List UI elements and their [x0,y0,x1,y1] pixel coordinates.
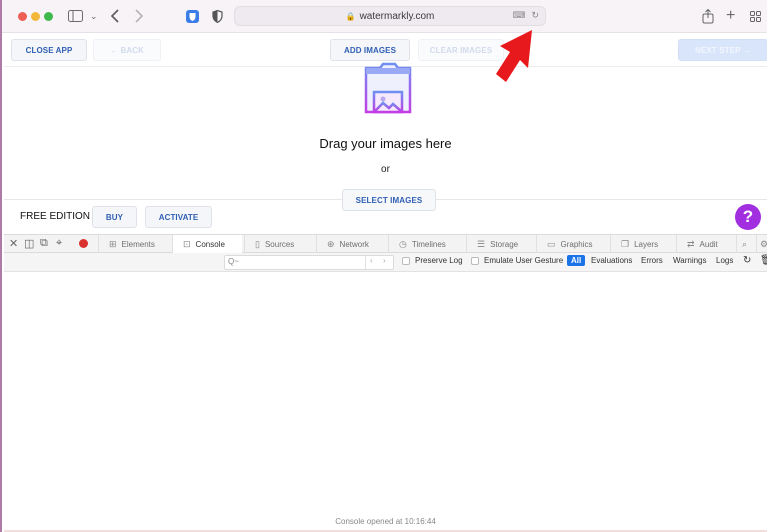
privacy-shield-icon[interactable] [212,8,223,24]
console-search-input[interactable]: Q~ ‹ › [224,255,394,270]
reload-icon[interactable]: ↻ [531,10,539,21]
folder-images-icon [364,62,412,114]
elements-icon: ⊞ [109,238,117,249]
filter-errors[interactable]: Errors [641,256,663,265]
help-button[interactable]: ? [735,204,761,230]
tab-layers[interactable]: ❐ Layers [610,235,676,253]
tab-sources[interactable]: ▯ Sources [244,235,314,253]
close-devtools-icon[interactable]: ✕ [9,237,18,250]
browser-window: ⌄ 🔒 watermarkly.com ⌨ ↻ + CLOSE APP ← BA… [0,0,767,532]
tab-audit[interactable]: ⇄ Audit [676,235,736,253]
console-icon: ⊡ [183,238,191,249]
storage-icon: ☰ [477,238,486,249]
search-icon: ⌕ [742,238,748,249]
drop-title: Drag your images here [319,136,452,151]
drop-or-text: or [381,164,390,175]
add-images-button[interactable]: ADD IMAGES [330,39,410,61]
graphics-icon: ▭ [547,238,556,249]
red-pointer-arrow-icon [496,30,532,82]
tab-console[interactable]: ⊡ Console [172,235,242,253]
buy-button[interactable]: BUY [92,206,137,228]
error-indicator-icon[interactable] [79,239,88,248]
chevron-left-icon[interactable] [110,8,120,24]
devtools-tab-bar: ✕ ◫ ⧉ ⌖ ⊞ Elements ⊡ Console ▯ Sources ⊕ Net… [4,234,767,253]
next-match-icon[interactable]: › [383,256,386,265]
zoom-window-button[interactable] [44,12,53,21]
next-step-button[interactable]: NEXT STEP → [678,39,767,61]
plus-icon[interactable]: + [726,7,735,24]
emulate-gesture-checkbox[interactable]: Emulate User Gesture [471,256,563,265]
tab-elements[interactable]: ⊞ Elements [98,235,172,253]
gear-icon: ⚙ [760,238,767,249]
search-devtools-button[interactable]: ⌕ [736,235,756,253]
tab-graphics[interactable]: ▭ Graphics [536,235,610,253]
dock-side-icon[interactable]: ◫ [24,237,34,250]
bitwarden-shield-icon[interactable] [186,8,199,24]
edition-label: FREE EDITION [20,211,91,222]
preserve-log-checkbox[interactable]: Preserve Log [402,256,463,265]
chevron-right-icon[interactable] [134,8,144,24]
filter-all[interactable]: All [567,255,586,266]
browser-toolbar: ⌄ 🔒 watermarkly.com ⌨ ↻ + [2,0,767,33]
layers-icon: ❐ [621,238,630,249]
sidebar-icon[interactable] [68,8,83,24]
inspect-crosshair-icon[interactable]: ⌖ [56,237,62,250]
tab-timelines[interactable]: ◷ Timelines [388,235,466,253]
activate-button[interactable]: ACTIVATE [145,206,212,228]
filter-evaluations[interactable]: Evaluations [591,256,632,265]
undock-icon[interactable]: ⧉ [40,237,48,250]
share-icon[interactable] [702,8,714,24]
grid-icon[interactable] [750,8,761,24]
lock-icon: 🔒 [345,11,356,21]
address-bar[interactable]: 🔒 watermarkly.com ⌨ ↻ [234,6,546,26]
audit-icon: ⇄ [687,238,695,249]
close-window-button[interactable] [18,12,27,21]
trash-icon[interactable]: 🗑 [760,255,767,266]
network-icon: ⊕ [327,238,335,249]
tab-network[interactable]: ⊕ Network [316,235,388,253]
settings-button[interactable]: ⚙ [756,235,767,253]
tab-storage[interactable]: ☰ Storage [466,235,536,253]
previous-match-icon[interactable]: ‹ [370,256,373,265]
console-message: Console opened at 10:16:44 [335,517,436,526]
sources-icon: ▯ [255,238,260,249]
back-button[interactable]: ← BACK [93,39,161,61]
search-icon: Q~ [228,257,239,266]
console-filter-bar: Q~ ‹ › Preserve Log Emulate User Gesture… [4,253,767,272]
translate-icon[interactable]: ⌨ [512,10,525,21]
select-images-button[interactable]: SELECT IMAGES [342,189,436,211]
chevron-down-icon[interactable]: ⌄ [90,8,98,24]
close-app-button[interactable]: CLOSE APP [11,39,87,61]
minimize-window-button[interactable] [31,12,40,21]
reload-console-icon[interactable]: ↻ [743,255,751,266]
filter-logs[interactable]: Logs [716,256,733,265]
timelines-icon: ◷ [399,238,407,249]
url-text: watermarkly.com [359,10,435,22]
filter-warnings[interactable]: Warnings [673,256,707,265]
